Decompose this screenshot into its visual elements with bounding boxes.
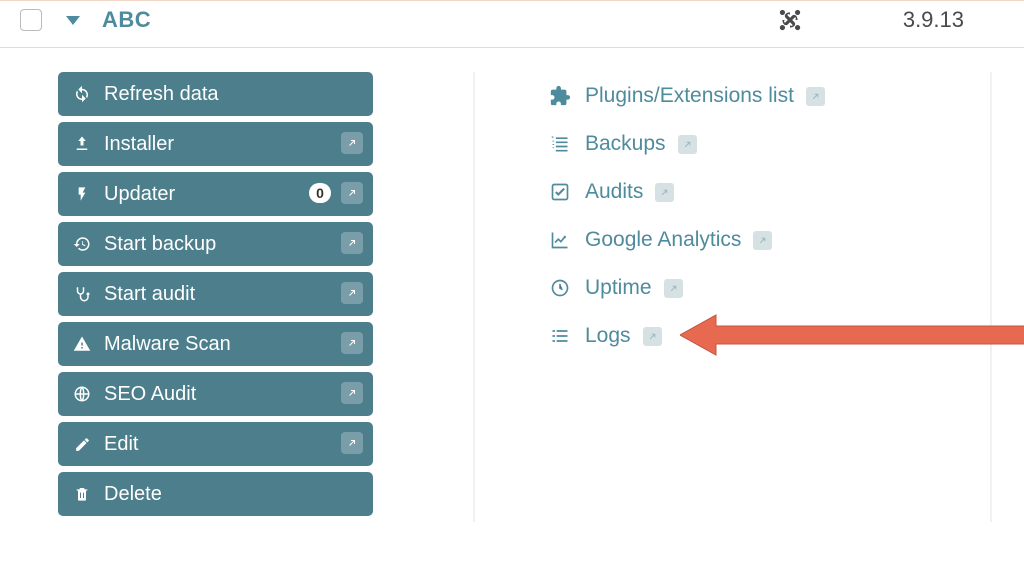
puzzle-icon xyxy=(547,85,573,107)
link-label: Plugins/Extensions list xyxy=(585,84,794,108)
warning-icon xyxy=(70,335,94,353)
external-link-icon[interactable] xyxy=(643,327,662,346)
external-link-icon[interactable] xyxy=(664,279,683,298)
history-icon xyxy=(70,235,94,253)
external-link-icon[interactable] xyxy=(678,135,697,154)
select-site-checkbox[interactable] xyxy=(20,9,42,31)
external-link-icon[interactable] xyxy=(341,382,363,404)
google-analytics-link[interactable]: Google Analytics xyxy=(547,216,990,264)
list-icon xyxy=(547,326,573,346)
chart-line-icon xyxy=(547,230,573,250)
actions-column: Refresh data Installer Updater 0 xyxy=(0,72,475,522)
button-label: Delete xyxy=(104,483,162,506)
pencil-icon xyxy=(70,436,94,453)
start-backup-button[interactable]: Start backup xyxy=(58,222,373,266)
external-link-icon[interactable] xyxy=(341,282,363,304)
malware-scan-button[interactable]: Malware Scan xyxy=(58,322,373,366)
plugins-link[interactable]: Plugins/Extensions list xyxy=(547,72,990,120)
logs-link[interactable]: Logs xyxy=(547,312,990,360)
button-label: Installer xyxy=(104,133,174,156)
upload-icon xyxy=(70,135,94,153)
stethoscope-icon xyxy=(70,285,94,303)
refresh-data-button[interactable]: Refresh data xyxy=(58,72,373,116)
delete-button[interactable]: Delete xyxy=(58,472,373,516)
audits-link[interactable]: Audits xyxy=(547,168,990,216)
globe-icon xyxy=(70,385,94,403)
updater-count-badge: 0 xyxy=(309,183,331,203)
seo-audit-button[interactable]: SEO Audit xyxy=(58,372,373,416)
joomla-icon xyxy=(777,7,803,33)
button-label: SEO Audit xyxy=(104,383,196,406)
uptime-link[interactable]: Uptime xyxy=(547,264,990,312)
list-ol-icon xyxy=(547,134,573,154)
refresh-icon xyxy=(70,85,94,103)
link-label: Google Analytics xyxy=(585,228,741,252)
bolt-icon xyxy=(70,185,94,203)
link-label: Logs xyxy=(585,324,631,348)
updater-button[interactable]: Updater 0 xyxy=(58,172,373,216)
button-label: Start audit xyxy=(104,283,195,306)
site-row: ABC 3.9.13 xyxy=(0,0,1024,48)
external-link-icon[interactable] xyxy=(341,232,363,254)
trash-icon xyxy=(70,485,94,503)
cms-version: 3.9.13 xyxy=(903,7,964,33)
external-link-icon[interactable] xyxy=(753,231,772,250)
clock-icon xyxy=(547,278,573,298)
button-label: Edit xyxy=(104,433,138,456)
link-label: Backups xyxy=(585,132,666,156)
expanded-panel: Refresh data Installer Updater 0 xyxy=(0,48,1024,522)
external-link-icon[interactable] xyxy=(655,183,674,202)
external-link-icon[interactable] xyxy=(806,87,825,106)
link-label: Audits xyxy=(585,180,643,204)
start-audit-button[interactable]: Start audit xyxy=(58,272,373,316)
external-link-icon[interactable] xyxy=(341,182,363,204)
external-link-icon[interactable] xyxy=(341,432,363,454)
check-square-icon xyxy=(547,182,573,202)
expand-caret-icon[interactable] xyxy=(66,16,80,25)
links-column: Plugins/Extensions list Backups Audits xyxy=(475,72,992,522)
backups-link[interactable]: Backups xyxy=(547,120,990,168)
edit-button[interactable]: Edit xyxy=(58,422,373,466)
external-link-icon[interactable] xyxy=(341,132,363,154)
installer-button[interactable]: Installer xyxy=(58,122,373,166)
button-label: Refresh data xyxy=(104,83,219,106)
site-name-link[interactable]: ABC xyxy=(102,7,151,33)
button-label: Updater xyxy=(104,183,175,206)
button-label: Malware Scan xyxy=(104,333,231,356)
external-link-icon[interactable] xyxy=(341,332,363,354)
button-label: Start backup xyxy=(104,233,216,256)
link-label: Uptime xyxy=(585,276,652,300)
